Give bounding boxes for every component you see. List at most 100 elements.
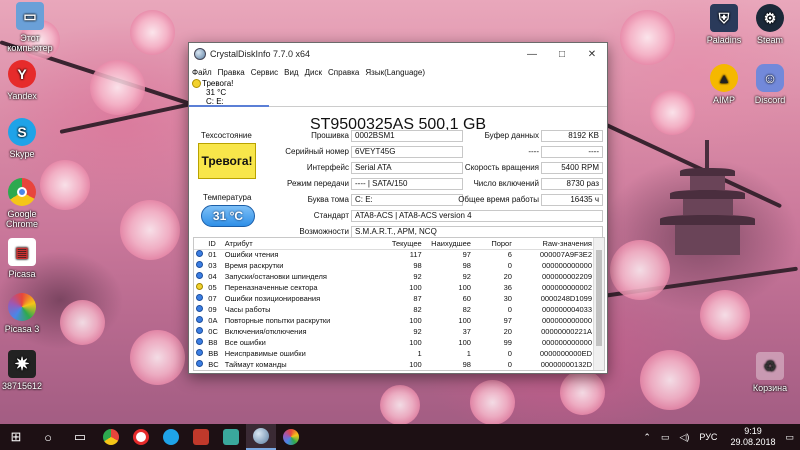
table-row[interactable]: 05 Переназначенные сектора 100 100 36 0000000… xyxy=(194,282,594,293)
taskbar-chrome[interactable] xyxy=(96,424,126,450)
menu-edit[interactable]: Правка xyxy=(218,68,245,77)
menu-help[interactable]: Справка xyxy=(328,68,359,77)
table-header-row: ID Атрибут Текущее Наихудшее Порог Raw-з… xyxy=(194,238,594,250)
taskbar-app-green[interactable] xyxy=(216,424,246,450)
table-scrollbar[interactable] xyxy=(593,238,604,370)
attr-name: Часы работы xyxy=(224,305,271,314)
disk-tab-letter: C: E: xyxy=(206,97,224,107)
volume-icon[interactable]: ◁) xyxy=(679,432,689,443)
start-button[interactable]: ⊞ xyxy=(0,424,32,450)
status-dot-icon xyxy=(194,260,206,271)
maximize-button[interactable]: □ xyxy=(547,43,577,65)
attr-id: BB xyxy=(208,349,219,358)
table-row[interactable]: 09 Часы работы 82 82 0 000000004033 xyxy=(194,304,594,315)
table-row[interactable]: 0C Включения/отключения 92 37 20 00000000221A xyxy=(194,326,594,337)
notifications-icon[interactable]: ▭ xyxy=(785,432,794,443)
disk-tab-temp: 31 °C xyxy=(206,88,227,98)
attr-id: B8 xyxy=(208,338,218,347)
col-raw[interactable]: Raw-значения xyxy=(513,238,594,250)
search-button[interactable]: ○ xyxy=(32,424,64,450)
taskbar-crystaldiskinfo[interactable] xyxy=(246,424,276,450)
clock[interactable]: 9:19 29.08.2018 xyxy=(730,426,775,448)
attr-name: Неисправимые ошибки xyxy=(224,349,306,358)
desktop-icon-picasa3[interactable]: Picasa 3 xyxy=(0,293,52,334)
attr-worst: 100 xyxy=(458,283,471,292)
desktop-icon-skype[interactable]: S Skype xyxy=(0,118,52,159)
status-dot-icon xyxy=(194,304,206,315)
attr-current: 87 xyxy=(413,294,422,303)
interface-label: Интерфейс xyxy=(306,163,349,172)
desktop-icon-recycle-bin[interactable]: ♻ Корзина xyxy=(740,352,800,393)
desktop-icon-picasa[interactable]: ▤ Picasa xyxy=(0,238,52,279)
desktop-icon-file[interactable]: ✷ 38715612 xyxy=(0,350,52,391)
power-on-hours-value: 16435 ч xyxy=(541,194,603,206)
attr-worst: 1 xyxy=(466,349,471,358)
picasa-icon xyxy=(283,429,299,445)
table-row[interactable]: 03 Время раскрутки 98 98 0 000000000000 xyxy=(194,260,594,271)
table-row[interactable]: BC Таймаут команды 100 98 0 00000000132D xyxy=(194,359,594,370)
interface-value: Serial ATA xyxy=(351,162,463,174)
taskbar-skype[interactable] xyxy=(156,424,186,450)
attr-id: 0A xyxy=(208,316,218,325)
scrollbar-thumb[interactable] xyxy=(596,250,602,346)
chevron-up-icon[interactable]: ⌃ xyxy=(643,432,651,443)
taskbar-yandex[interactable] xyxy=(126,424,156,450)
app-icon xyxy=(223,429,239,445)
table-row[interactable]: 0A Повторные попытки раскрутки 100 100 97 000… xyxy=(194,315,594,326)
warning-dot-icon xyxy=(196,283,203,290)
desktop-icon-chrome[interactable]: Google Chrome xyxy=(0,178,52,229)
menu-view[interactable]: Вид xyxy=(284,68,298,77)
table-row[interactable]: 04 Запуски/остановки шпинделя 92 92 20 000000… xyxy=(194,271,594,282)
disk-tab[interactable]: Тревога! 31 °C C: E: xyxy=(189,79,269,107)
col-worst[interactable]: Наихудшее xyxy=(423,238,473,250)
title-bar[interactable]: CrystalDiskInfo 7.7.0 x64 — □ ✕ xyxy=(189,43,607,65)
taskbar-app-red[interactable] xyxy=(186,424,216,450)
disk-tab-bar: Тревога! 31 °C C: E: xyxy=(189,79,607,107)
attr-threshold: 30 xyxy=(503,294,512,303)
col-attribute[interactable]: Атрибут xyxy=(222,238,379,250)
col-threshold[interactable]: Порог xyxy=(472,238,514,250)
attr-worst: 98 xyxy=(462,360,471,369)
attr-raw: 000000000000 xyxy=(541,338,592,347)
desktop-icon-discord[interactable]: ☺ Discord xyxy=(740,64,800,105)
attr-current: 100 xyxy=(409,316,422,325)
desktop-icon-label: 38715612 xyxy=(1,381,43,391)
attr-current: 98 xyxy=(413,261,422,270)
desktop-icon-steam[interactable]: ⚙ Steam xyxy=(740,4,800,45)
attr-name: Время раскрутки xyxy=(224,261,284,270)
health-label: Техсостояние xyxy=(201,131,252,140)
taskbar-picasa[interactable] xyxy=(276,424,306,450)
language-indicator[interactable]: РУС xyxy=(699,432,717,442)
minimize-button[interactable]: — xyxy=(517,43,547,65)
task-view-button[interactable]: ▭ xyxy=(64,424,96,450)
status-dot-icon xyxy=(194,337,206,348)
menu-disk[interactable]: Диск xyxy=(305,68,322,77)
system-tray: ⌃ ▭ ◁) РУС 9:19 29.08.2018 ▭ xyxy=(638,424,800,450)
table-row[interactable]: B8 Все ошибки 100 100 99 000000000000 xyxy=(194,337,594,348)
menu-language[interactable]: Язык(Language) xyxy=(365,68,425,77)
attr-current: 117 xyxy=(409,250,422,260)
attr-id: 03 xyxy=(208,261,217,270)
attr-name: Таймаут команды xyxy=(224,360,287,369)
chrome-icon xyxy=(103,429,119,445)
desktop-icon-yandex[interactable]: Y Yandex xyxy=(0,60,52,101)
file-icon: ▤ xyxy=(8,238,36,266)
attr-id: 09 xyxy=(208,305,217,314)
desktop-icon-computer[interactable]: ▭ Этот компьютер xyxy=(0,2,60,53)
attr-id: 0C xyxy=(208,327,218,336)
menu-file[interactable]: Файл xyxy=(192,68,212,77)
table-row[interactable]: 01 Ошибки чтения 117 97 6 000007A9F3E2 xyxy=(194,249,594,260)
desktop-icon-label: Picasa xyxy=(8,269,36,279)
col-current[interactable]: Текущее xyxy=(378,238,424,250)
attr-raw: 0000248D1099 xyxy=(540,294,592,303)
col-id[interactable]: ID xyxy=(206,238,223,250)
close-button[interactable]: ✕ xyxy=(577,43,607,65)
network-icon[interactable]: ▭ xyxy=(661,432,670,443)
attr-name: Повторные попытки раскрутки xyxy=(224,316,331,325)
health-status-badge[interactable]: Тревога! xyxy=(198,143,256,179)
attr-current: 82 xyxy=(413,305,422,314)
table-row[interactable]: BB Неисправимые ошибки 1 1 0 0000000000ED xyxy=(194,348,594,359)
table-row[interactable]: 07 Ошибки позиционирования 87 60 30 0000248D1… xyxy=(194,293,594,304)
menu-service[interactable]: Сервис xyxy=(251,68,278,77)
attr-threshold: 6 xyxy=(507,250,512,260)
